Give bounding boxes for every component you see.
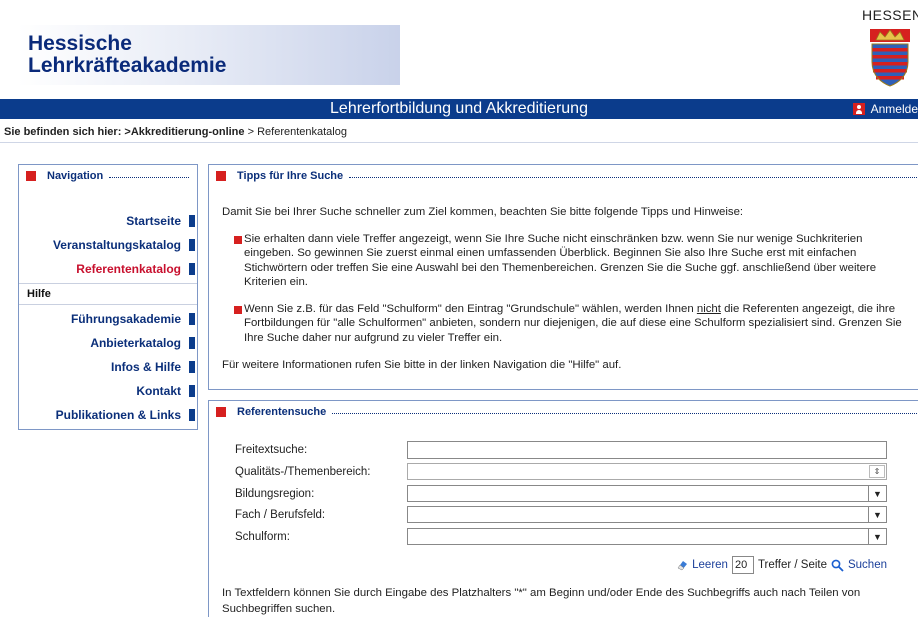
- navigation-panel: Navigation Startseite Veranstaltungskata…: [18, 164, 198, 430]
- freitext-input[interactable]: [407, 441, 887, 459]
- nav-bar-icon: [189, 263, 195, 275]
- nav-item-label: Veranstaltungskatalog: [52, 238, 181, 252]
- fach-select[interactable]: ▼: [407, 506, 887, 523]
- nav-item-label: Startseite: [126, 214, 181, 228]
- tips-title: Tipps für Ihre Suche: [237, 170, 344, 182]
- themen-select[interactable]: ⇕: [407, 463, 887, 480]
- nav-item-veranstaltungskatalog[interactable]: Veranstaltungskatalog: [19, 233, 197, 257]
- dotted-divider: [109, 170, 189, 178]
- nav-item-publikationen[interactable]: Publikationen & Links: [19, 403, 197, 427]
- hessen-crest-icon: [870, 29, 910, 87]
- nav-bar-icon: [189, 361, 195, 373]
- chevron-down-icon[interactable]: ▼: [868, 486, 886, 501]
- region-label: Bildungsregion:: [235, 487, 315, 500]
- hits-per-page-input[interactable]: 20: [731, 556, 754, 574]
- nav-item-infos-hilfe[interactable]: Infos & Hilfe: [19, 355, 197, 379]
- search-hint: In Textfeldern können Sie durch Eingabe …: [222, 587, 861, 615]
- breadcrumb-divider: [0, 142, 918, 143]
- dotted-divider: [349, 170, 918, 178]
- tip-emphasis: nicht: [696, 302, 721, 315]
- state-name: HESSEN: [862, 7, 918, 23]
- schulform-select[interactable]: ▼: [407, 528, 887, 545]
- tip-text: Sie erhalten dann viele Treffer angezeig…: [244, 232, 877, 289]
- clear-button[interactable]: Leeren: [692, 559, 728, 571]
- schulform-label: Schulform:: [235, 530, 290, 543]
- nav-item-label: Kontakt: [136, 384, 181, 398]
- logo-line-2: Lehrkräfteakademie: [28, 54, 227, 77]
- nav-bar-icon: [189, 215, 195, 227]
- region-select[interactable]: ▼: [407, 485, 887, 502]
- tip-text-part: Wenn Sie z.B. für das Feld "Schulform" d…: [244, 302, 697, 315]
- nav-item-label: Referentenkatalog: [76, 262, 181, 276]
- breadcrumb-separator: >: [121, 126, 131, 138]
- search-button[interactable]: Suchen: [848, 559, 887, 571]
- nav-bar-icon: [189, 385, 195, 397]
- nav-item-fuehrungsakademie[interactable]: Führungsakademie: [19, 307, 197, 331]
- hits-per-page-label: Treffer / Seite: [757, 559, 827, 571]
- red-square-icon: [26, 171, 36, 181]
- red-bullet-icon: [234, 235, 242, 244]
- nav-item-referentenkatalog[interactable]: Referentenkatalog: [19, 257, 197, 281]
- nav-item-hilfe[interactable]: Hilfe: [19, 283, 197, 305]
- search-panel: Referentensuche Freitextsuche: Qualitäts…: [208, 400, 918, 617]
- dotted-divider: [332, 406, 918, 414]
- login-link[interactable]: Anmelde: [852, 102, 918, 116]
- fach-label: Fach / Berufsfeld:: [235, 508, 326, 521]
- tip-text: Wenn Sie z.B. für das Feld "Schulform" d…: [244, 302, 912, 346]
- login-label: Anmelde: [870, 102, 918, 116]
- logo[interactable]: Hessische Lehrkräfteakademie: [28, 33, 226, 77]
- nav-bar-icon: [189, 409, 195, 421]
- search-title: Referentensuche: [237, 406, 327, 418]
- red-square-icon: [216, 171, 226, 181]
- nav-item-startseite[interactable]: Startseite: [19, 209, 197, 233]
- red-square-icon: [216, 407, 226, 417]
- nav-item-kontakt[interactable]: Kontakt: [19, 379, 197, 403]
- spinner-icon[interactable]: ⇕: [869, 465, 885, 478]
- tip-item: Sie erhalten dann viele Treffer angezeig…: [234, 232, 912, 290]
- nav-bar-icon: [189, 337, 195, 349]
- breadcrumb-link-akkreditierung[interactable]: Akkreditierung-online: [131, 126, 245, 138]
- eraser-icon: [677, 561, 688, 571]
- form-row-themen: Qualitäts-/Themenbereich: ⇕: [235, 463, 918, 480]
- nav-list: Startseite Veranstaltungskatalog Referen…: [19, 209, 197, 427]
- freitext-label: Freitextsuche:: [235, 444, 308, 456]
- nav-item-label: Infos & Hilfe: [110, 360, 181, 374]
- tips-panel: Tipps für Ihre Suche Damit Sie bei Ihrer…: [208, 164, 918, 390]
- nav-item-label: Anbieterkatalog: [90, 336, 181, 350]
- chevron-down-icon[interactable]: ▼: [868, 507, 886, 522]
- chevron-down-icon[interactable]: ▼: [868, 529, 886, 544]
- nav-item-label: Hilfe: [27, 288, 51, 300]
- form-row-region: Bildungsregion: ▼: [235, 485, 918, 502]
- user-icon: [852, 103, 865, 115]
- nav-bar-icon: [189, 313, 195, 325]
- navigation-title: Navigation: [47, 170, 104, 182]
- breadcrumb-label: Sie befinden sich hier:: [4, 126, 122, 138]
- title-bar: Lehrerfortbildung und Akkreditierung Anm…: [0, 99, 918, 119]
- nav-item-label: Führungsakademie: [70, 312, 181, 326]
- tips-intro: Damit Sie bei Ihrer Suche schneller zum …: [222, 206, 744, 218]
- tips-footer: Für weitere Informationen rufen Sie bitt…: [222, 359, 622, 371]
- search-actions: Leeren 20 Treffer / Seite Suchen: [209, 556, 887, 574]
- form-row-schulform: Schulform: ▼: [235, 528, 918, 545]
- site-title: Lehrerfortbildung und Akkreditierung: [330, 100, 588, 117]
- form-row-freitext: Freitextsuche:: [235, 441, 918, 459]
- search-header: Referentensuche: [209, 401, 918, 423]
- nav-item-anbieterkatalog[interactable]: Anbieterkatalog: [19, 331, 197, 355]
- breadcrumb: Sie befinden sich hier: >Akkreditierung-…: [4, 126, 347, 138]
- search-icon: [831, 559, 844, 572]
- breadcrumb-separator: >: [244, 126, 258, 138]
- tips-header: Tipps für Ihre Suche: [209, 165, 918, 187]
- nav-bar-icon: [189, 239, 195, 251]
- red-bullet-icon: [234, 305, 242, 314]
- tip-item: Wenn Sie z.B. für das Feld "Schulform" d…: [234, 302, 912, 346]
- logo-line-1: Hessische: [28, 32, 132, 55]
- navigation-header: Navigation: [19, 165, 197, 187]
- breadcrumb-current: Referentenkatalog: [257, 126, 347, 138]
- form-row-fach: Fach / Berufsfeld: ▼: [235, 506, 918, 523]
- nav-item-label: Publikationen & Links: [55, 408, 181, 422]
- tips-body: Damit Sie bei Ihrer Suche schneller zum …: [222, 205, 912, 373]
- themen-label: Qualitäts-/Themenbereich:: [235, 465, 371, 478]
